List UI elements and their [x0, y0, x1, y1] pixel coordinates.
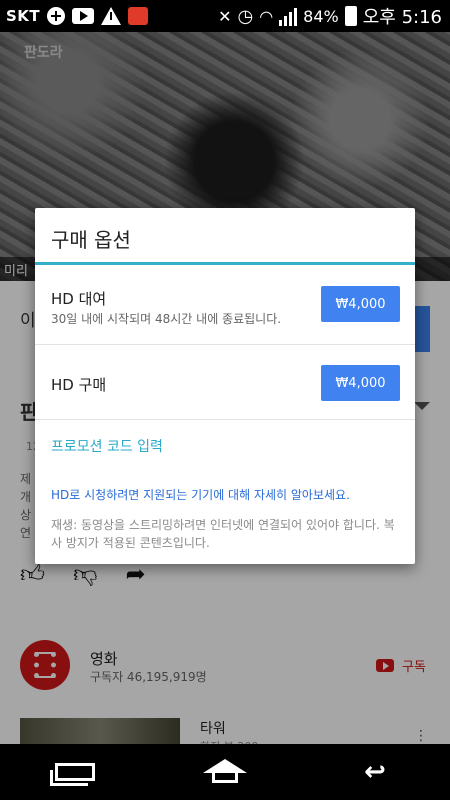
- battery-icon: [344, 6, 357, 26]
- back-icon: ↩: [364, 757, 386, 787]
- hd-rental-label: HD 대여: [51, 290, 107, 308]
- divider: [35, 344, 415, 345]
- battery-percent: 84%: [303, 6, 339, 26]
- clock: 오후 5:16: [362, 7, 442, 28]
- hd-rental-subtitle: 30일 내에 시작되며 48시간 내에 종료됩니다.: [51, 312, 282, 326]
- youtube-icon: [72, 8, 95, 24]
- recent-apps-button[interactable]: [50, 759, 97, 786]
- navigation-bar: ↩: [0, 744, 450, 800]
- warning-icon: [101, 7, 122, 25]
- carrier-label: SKT: [6, 7, 41, 25]
- playback-note: 재생: 동영상을 스트리밍하려면 인터넷에 연결되어 있어야 합니다. 복사 방…: [51, 518, 395, 550]
- plus-icon: [47, 7, 66, 25]
- app-icon: [128, 7, 149, 25]
- home-icon: [203, 759, 247, 783]
- hd-rental-price-button[interactable]: ₩4,000: [321, 286, 400, 322]
- signal-icon: [279, 6, 298, 26]
- dialog-title-divider: [35, 262, 415, 265]
- hd-info-rest[interactable]: 로 시청하려면 지원되는 기기에 대해 자세히 알아보세요.: [69, 488, 350, 502]
- purchase-options-dialog: 구매 옵션 HD 대여 30일 내에 시작되며 48시간 내에 종료됩니다. ₩…: [35, 208, 415, 564]
- promo-code-link[interactable]: 프로모션 코드 입력: [51, 436, 163, 456]
- status-bar: SKT ✕ ◷ ◠ 84% 오후 5:16: [0, 0, 450, 32]
- recent-apps-icon: [50, 763, 95, 786]
- wifi-icon: ◠: [259, 6, 274, 26]
- divider: [35, 419, 415, 420]
- hd-purchase-price-button[interactable]: ₩4,000: [321, 365, 400, 401]
- hd-info-text[interactable]: HD로 시청하려면 지원되는 기기에 대해 자세히 알아보세요.: [51, 486, 350, 503]
- hd-info-link[interactable]: HD: [51, 488, 69, 502]
- mute-icon: ✕: [218, 6, 232, 26]
- hd-purchase-label: HD 구매: [51, 376, 107, 394]
- back-button[interactable]: ↩: [353, 757, 397, 787]
- home-button[interactable]: [203, 759, 247, 785]
- alarm-icon: ◷: [237, 5, 254, 27]
- dialog-title: 구매 옵션: [51, 228, 131, 252]
